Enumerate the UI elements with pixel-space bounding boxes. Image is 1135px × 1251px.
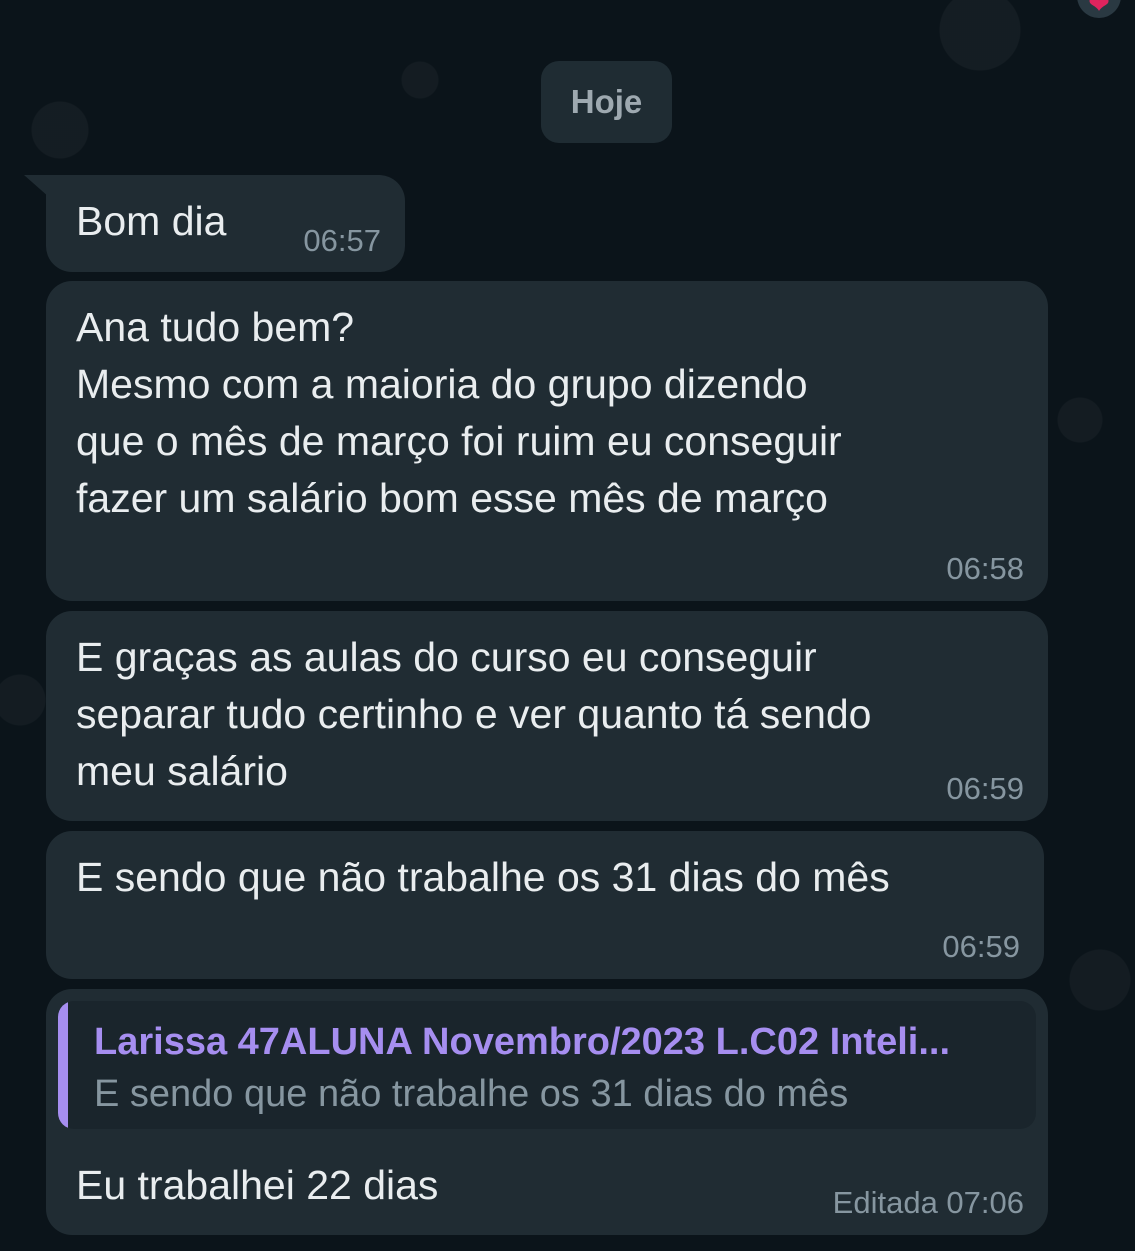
message-bubble[interactable]: Ana tudo bem? Mesmo com a maioria do gru… (46, 281, 1048, 601)
message-text: E sendo que não trabalhe os 31 dias do m… (76, 854, 890, 900)
reaction-badge[interactable]: ❤ (1077, 0, 1121, 18)
message-bubble[interactable]: Bom dia 06:57 (24, 175, 405, 272)
quoted-text: E sendo que não trabalhe os 31 dias do m… (94, 1073, 849, 1115)
message-time: 06:59 (942, 929, 1020, 964)
quoted-author: Larissa 47ALUNA Novembro/2023 L.C02 Inte… (94, 1021, 951, 1063)
quoted-message[interactable]: Larissa 47ALUNA Novembro/2023 L.C02 Inte… (58, 1001, 1036, 1129)
message-text: Eu trabalhei 22 dias (76, 1162, 439, 1208)
date-separator: Hoje (541, 61, 672, 143)
heart-icon: ❤ (1088, 0, 1110, 19)
bubble-tail (24, 175, 58, 205)
chat-area[interactable]: ❤ Hoje Bom dia 06:57 Ana tudo bem? Mesmo… (0, 0, 1135, 1251)
quote-accent-bar (58, 1001, 68, 1129)
message-bubble[interactable]: E graças as aulas do curso eu conseguir … (46, 611, 1048, 821)
message-time: 06:58 (946, 551, 1024, 586)
message-time: 06:59 (946, 771, 1024, 806)
message-text: E graças as aulas do curso eu conseguir … (76, 634, 872, 794)
message-text: Bom dia (76, 198, 227, 244)
reply-message-bubble[interactable]: Larissa 47ALUNA Novembro/2023 L.C02 Inte… (46, 989, 1048, 1235)
message-time: Editada 07:06 (832, 1185, 1024, 1220)
message-text: Ana tudo bem? Mesmo com a maioria do gru… (76, 304, 842, 521)
message-bubble[interactable]: E sendo que não trabalhe os 31 dias do m… (46, 831, 1044, 979)
message-time: 06:57 (303, 223, 381, 258)
